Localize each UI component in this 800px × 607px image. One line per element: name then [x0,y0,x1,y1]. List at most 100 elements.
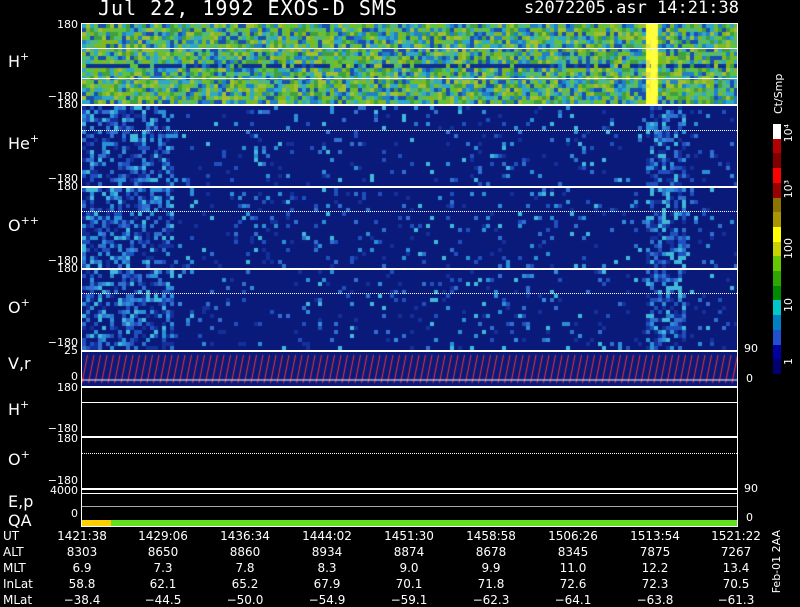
label-qa: QA [8,511,32,530]
table-cell: −63.8 [636,593,674,607]
frame-heplus [81,105,738,187]
zero-line-oplus [82,293,737,294]
zero-line-hplus [82,48,737,49]
table-cell: 8934 [311,545,343,559]
table-cell: 11.0 [559,561,587,575]
table-cell: 58.8 [68,577,96,591]
frame-vr [81,351,738,387]
table-cell: 71.8 [477,577,505,591]
row-label: ALT [3,545,24,559]
table-cell: −50.0 [226,593,264,607]
table-cell: 1436:34 [220,529,270,543]
table-cell: 1429:06 [138,529,188,543]
colorbar-swatch [773,359,781,375]
table-cell: 1458:58 [466,529,516,543]
table-cell: 8678 [475,545,507,559]
table-cell: 70.5 [722,577,750,591]
frame-oplusplus [81,187,738,269]
colorbar-swatch [773,344,781,360]
rtick-vr-top: 90 [744,342,758,355]
table-cell: 70.1 [395,577,423,591]
frame-hplus [81,23,738,105]
tick-hplus-top: 180 [57,18,78,31]
table-cell: 65.2 [231,577,259,591]
table-cell: 1521:22 [711,529,761,543]
tick-heplus-top: 180 [57,98,78,111]
colorbar-swatch [773,168,781,184]
table-cell: 8650 [147,545,179,559]
colorbar-swatch [773,315,781,331]
table-cell: −44.5 [144,593,182,607]
colorbar-swatch [773,212,781,228]
table-row: MLT 6.9 7.3 7.8 8.3 9.0 9.9 11.0 12.2 13.4 [0,561,800,575]
qa-bar-yellow [82,520,111,526]
table-cell: 12.2 [641,561,669,575]
table-row: MLat −38.4 −44.5 −50.0 −54.9 −59.1 −62.3 −64.1 −… [0,593,800,607]
table-cell: 72.6 [559,577,587,591]
label-hplus2: H+ [8,398,30,419]
zero-line-hplus-b [82,78,737,79]
table-cell: 9.9 [481,561,501,575]
table-cell: −59.1 [390,593,428,607]
table-cell: 1451:30 [384,529,434,543]
colorbar-swatch [773,271,781,287]
trace-hplus2 [82,402,737,403]
colorbar-swatch [773,256,781,272]
header-title: Jul 22, 1992 EXOS-D SMS [98,0,398,20]
table-cell: 62.1 [149,577,177,591]
qa-bar-green [111,520,737,526]
trace-oplus2 [82,453,737,454]
trace-ep2 [82,506,737,507]
colorbar-swatch [773,124,781,140]
frame-hplus2 [81,387,738,437]
colorbar-tick-10e3: 10³ [782,180,795,199]
colorbar-swatch [773,182,781,199]
table-cell: 13.4 [722,561,750,575]
table-cell: 8345 [557,545,589,559]
table-cell: 67.9 [313,577,341,591]
colorbar-swatch [773,300,781,316]
zero-line-oplusplus [82,211,737,212]
table-cell: 1444:02 [302,529,352,543]
table-cell: 1506:26 [548,529,598,543]
colorbar-swatch [773,285,781,301]
table-cell: 72.3 [641,577,669,591]
row-label: MLat [3,593,33,607]
table-cell: 7.8 [235,561,255,575]
table-cell: 7875 [639,545,671,559]
colorbar [773,124,781,375]
zero-line-heplus [82,130,737,131]
table-cell: 8.3 [317,561,337,575]
row-label: MLT [3,561,26,575]
table-cell: −64.1 [554,593,592,607]
colorbar-swatch [773,197,781,213]
table-row: UT 1421:38 1429:06 1436:34 1444:02 1451:30 145… [0,529,800,543]
colorbar-swatch [773,138,781,154]
table-cell: 9.0 [399,561,419,575]
tick-ep-bot: 0 [71,507,78,520]
tick-vr-top: 25 [64,344,78,357]
table-cell: 6.9 [72,561,92,575]
tick-oplusplus-top: 180 [57,180,78,193]
colorbar-tick-10e4: 10⁴ [782,124,795,143]
label-heplus: He+ [8,132,40,153]
tick-ep-top: 4000 [50,484,78,497]
label-ep: E,p [8,492,34,511]
tick-hplus2-top: 180 [57,381,78,394]
table-cell: 1513:54 [630,529,680,543]
table-cell: 7267 [720,545,752,559]
label-oplus: O+ [8,296,30,317]
colorbar-label: Ct/Smp [772,73,785,114]
colorbar-tick-100: 100 [782,238,795,259]
colorbar-tick-1: 1 [782,358,795,365]
tick-oplus-top: 180 [57,262,78,275]
rtick-vr-bot: 0 [746,372,753,385]
trace-ep [82,493,737,494]
colorbar-swatch [773,153,781,169]
table-cell: 8860 [229,545,261,559]
table-cell: 8303 [66,545,98,559]
colorbar-swatch [773,329,781,346]
table-cell: −62.3 [472,593,510,607]
frame-oplus [81,269,738,351]
colorbar-tick-10: 10 [782,298,795,312]
